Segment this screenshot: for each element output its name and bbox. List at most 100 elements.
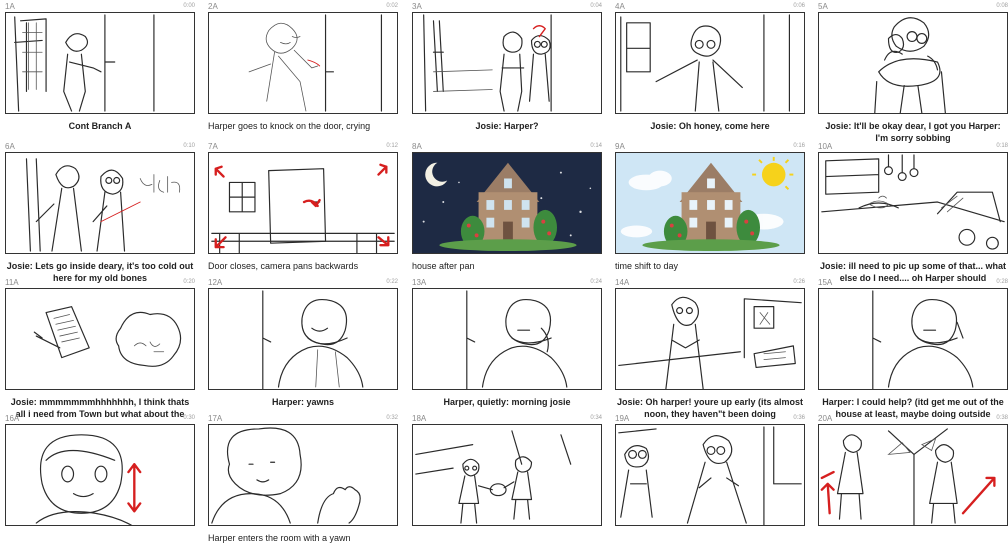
panel-sketch[interactable] bbox=[412, 424, 602, 526]
panel-sketch[interactable] bbox=[818, 152, 1008, 254]
panel-sketch[interactable] bbox=[818, 424, 1008, 526]
sketch-josie-closeup bbox=[35, 434, 142, 525]
panel-id: 13A bbox=[412, 278, 427, 287]
panel-time: 0:16 bbox=[793, 143, 805, 149]
panel-id: 2A bbox=[208, 2, 218, 11]
panel-time: 0:32 bbox=[386, 415, 398, 421]
panel-id: 5A bbox=[818, 2, 828, 11]
panel-caption bbox=[412, 533, 602, 556]
panel-image[interactable] bbox=[615, 152, 805, 254]
panel-time: 0:00 bbox=[183, 3, 195, 9]
panel-sketch[interactable] bbox=[5, 424, 195, 526]
panel-sketch[interactable] bbox=[5, 152, 195, 254]
panel-sketch[interactable] bbox=[818, 12, 1008, 114]
sketch-go-inside bbox=[25, 158, 181, 252]
panel-time: 0:28 bbox=[996, 279, 1008, 285]
sketch-harper-knock bbox=[248, 14, 383, 112]
panel-time: 0:02 bbox=[386, 3, 398, 9]
panel-time: 0:18 bbox=[996, 143, 1008, 149]
panel-sketch[interactable] bbox=[208, 12, 398, 114]
panel-id: 15A bbox=[818, 278, 833, 287]
panel-time: 0:08 bbox=[996, 3, 1008, 9]
panel-time: 0:04 bbox=[590, 3, 602, 9]
panel-3a[interactable]: 3A 0:04 Josie: Harper? bbox=[412, 0, 602, 144]
panel-caption bbox=[5, 533, 195, 556]
panel-id: 14A bbox=[615, 278, 630, 287]
panel-sketch[interactable] bbox=[818, 288, 1008, 390]
house-day-illustration bbox=[616, 153, 804, 253]
panel-10a[interactable]: 10A 0:18 Josie: ill need to pic up some o… bbox=[818, 140, 1008, 284]
panel-time: 0:10 bbox=[183, 143, 195, 149]
panel-time: 0:22 bbox=[386, 279, 398, 285]
sketch-josie-arms-open bbox=[620, 14, 790, 112]
sketch-town-walk bbox=[820, 428, 996, 525]
sketch-door-closes bbox=[211, 163, 395, 253]
panel-sketch[interactable] bbox=[615, 424, 805, 526]
sketch-harper-offers-help bbox=[872, 290, 974, 389]
sketch-harper-enters bbox=[211, 427, 361, 524]
panel-8a[interactable]: 8A 0:14 house after pan bbox=[412, 140, 602, 284]
panel-15a[interactable]: 15A 0:28 Harper: I could help? (itd get m… bbox=[818, 276, 1008, 420]
panel-5a[interactable]: 5A 0:08 Josie: It'll be okay dear, I got … bbox=[818, 0, 1008, 144]
panel-time: 0:24 bbox=[590, 279, 602, 285]
panel-sketch[interactable] bbox=[615, 12, 805, 114]
sketch-harper-morning bbox=[466, 290, 568, 389]
panel-id: 6A bbox=[5, 142, 15, 151]
sketch-harper-yawns bbox=[262, 290, 364, 389]
panel-id: 3A bbox=[412, 2, 422, 11]
sketch-shopping-list bbox=[33, 306, 182, 367]
panel-time: 0:36 bbox=[793, 415, 805, 421]
panel-time: 0:14 bbox=[590, 143, 602, 149]
panel-1a[interactable]: 1A 0:00 Cont Branch A bbox=[5, 0, 195, 144]
panel-caption: Harper enters the room with a yawn bbox=[208, 533, 351, 543]
panel-6a[interactable]: 6A 0:10 Josie: Lets go inside deary, it's… bbox=[5, 140, 195, 284]
panel-sketch[interactable] bbox=[5, 288, 195, 390]
panel-time: 0:38 bbox=[996, 415, 1008, 421]
panel-image[interactable] bbox=[412, 152, 602, 254]
panel-11a[interactable]: 11A 0:20 Josie: mmmmmmmhhhhhhh, I think t… bbox=[5, 276, 195, 420]
house-night-illustration bbox=[413, 153, 601, 253]
panel-14a[interactable]: 14A 0:26 Josie: Oh harper! youre up early… bbox=[615, 276, 805, 420]
storyboard-grid: 1A 0:00 Cont Branch A 2A 0:02 Harper goes … bbox=[0, 0, 1008, 543]
panel-20a[interactable]: 20A 0:38 bbox=[818, 412, 1008, 556]
panel-sketch[interactable] bbox=[5, 12, 195, 114]
panel-time: 0:26 bbox=[793, 279, 805, 285]
panel-sketch[interactable] bbox=[208, 288, 398, 390]
panel-time: 0:30 bbox=[183, 415, 195, 421]
sketch-josie-at-door bbox=[423, 14, 552, 112]
panel-7a[interactable]: 7A 0:12 Door closes, camera pans backward… bbox=[208, 140, 398, 284]
panel-9a[interactable]: 9A 0:16 time shift to day bbox=[615, 140, 805, 284]
panel-time: 0:06 bbox=[793, 3, 805, 9]
panel-id: 4A bbox=[615, 2, 625, 11]
panel-16a[interactable]: 16A 0:30 bbox=[5, 412, 195, 556]
panel-id: 10A bbox=[818, 142, 833, 151]
panel-caption bbox=[818, 533, 1008, 556]
sketch-josie-harper-kitchen bbox=[618, 296, 802, 389]
panel-id: 7A bbox=[208, 142, 218, 151]
panel-id: 1A bbox=[5, 2, 15, 11]
panel-13a[interactable]: 13A 0:24 Harper, quietly: morning josie bbox=[412, 276, 602, 420]
panel-id: 9A bbox=[615, 142, 625, 151]
sketch-walk-to-town bbox=[415, 430, 572, 524]
panel-17a[interactable]: 17A 0:32 Harper enters the room with a ya… bbox=[208, 412, 398, 556]
sketch-leaving-house bbox=[618, 426, 802, 525]
panel-caption bbox=[615, 533, 805, 556]
panel-sketch[interactable] bbox=[208, 152, 398, 254]
panel-2a[interactable]: 2A 0:02 Harper goes to knock on the door,… bbox=[208, 0, 398, 144]
panel-sketch[interactable] bbox=[208, 424, 398, 526]
panel-id: 19A bbox=[615, 414, 630, 423]
panel-time: 0:34 bbox=[590, 415, 602, 421]
panel-4a[interactable]: 4A 0:06 Josie: Oh honey, come here bbox=[615, 0, 805, 144]
panel-sketch[interactable] bbox=[412, 12, 602, 114]
panel-time: 0:20 bbox=[183, 279, 195, 285]
panel-12a[interactable]: 12A 0:22 Harper: yawns bbox=[208, 276, 398, 420]
panel-id: 18A bbox=[412, 414, 427, 423]
panel-id: 20A bbox=[818, 414, 833, 423]
panel-18a[interactable]: 18A 0:34 bbox=[412, 412, 602, 556]
panel-sketch[interactable] bbox=[412, 288, 602, 390]
panel-sketch[interactable] bbox=[615, 288, 805, 390]
sketch-hug bbox=[874, 17, 946, 113]
panel-19a[interactable]: 19A 0:36 bbox=[615, 412, 805, 556]
panel-id: 8A bbox=[412, 142, 422, 151]
panel-id: 17A bbox=[208, 414, 223, 423]
